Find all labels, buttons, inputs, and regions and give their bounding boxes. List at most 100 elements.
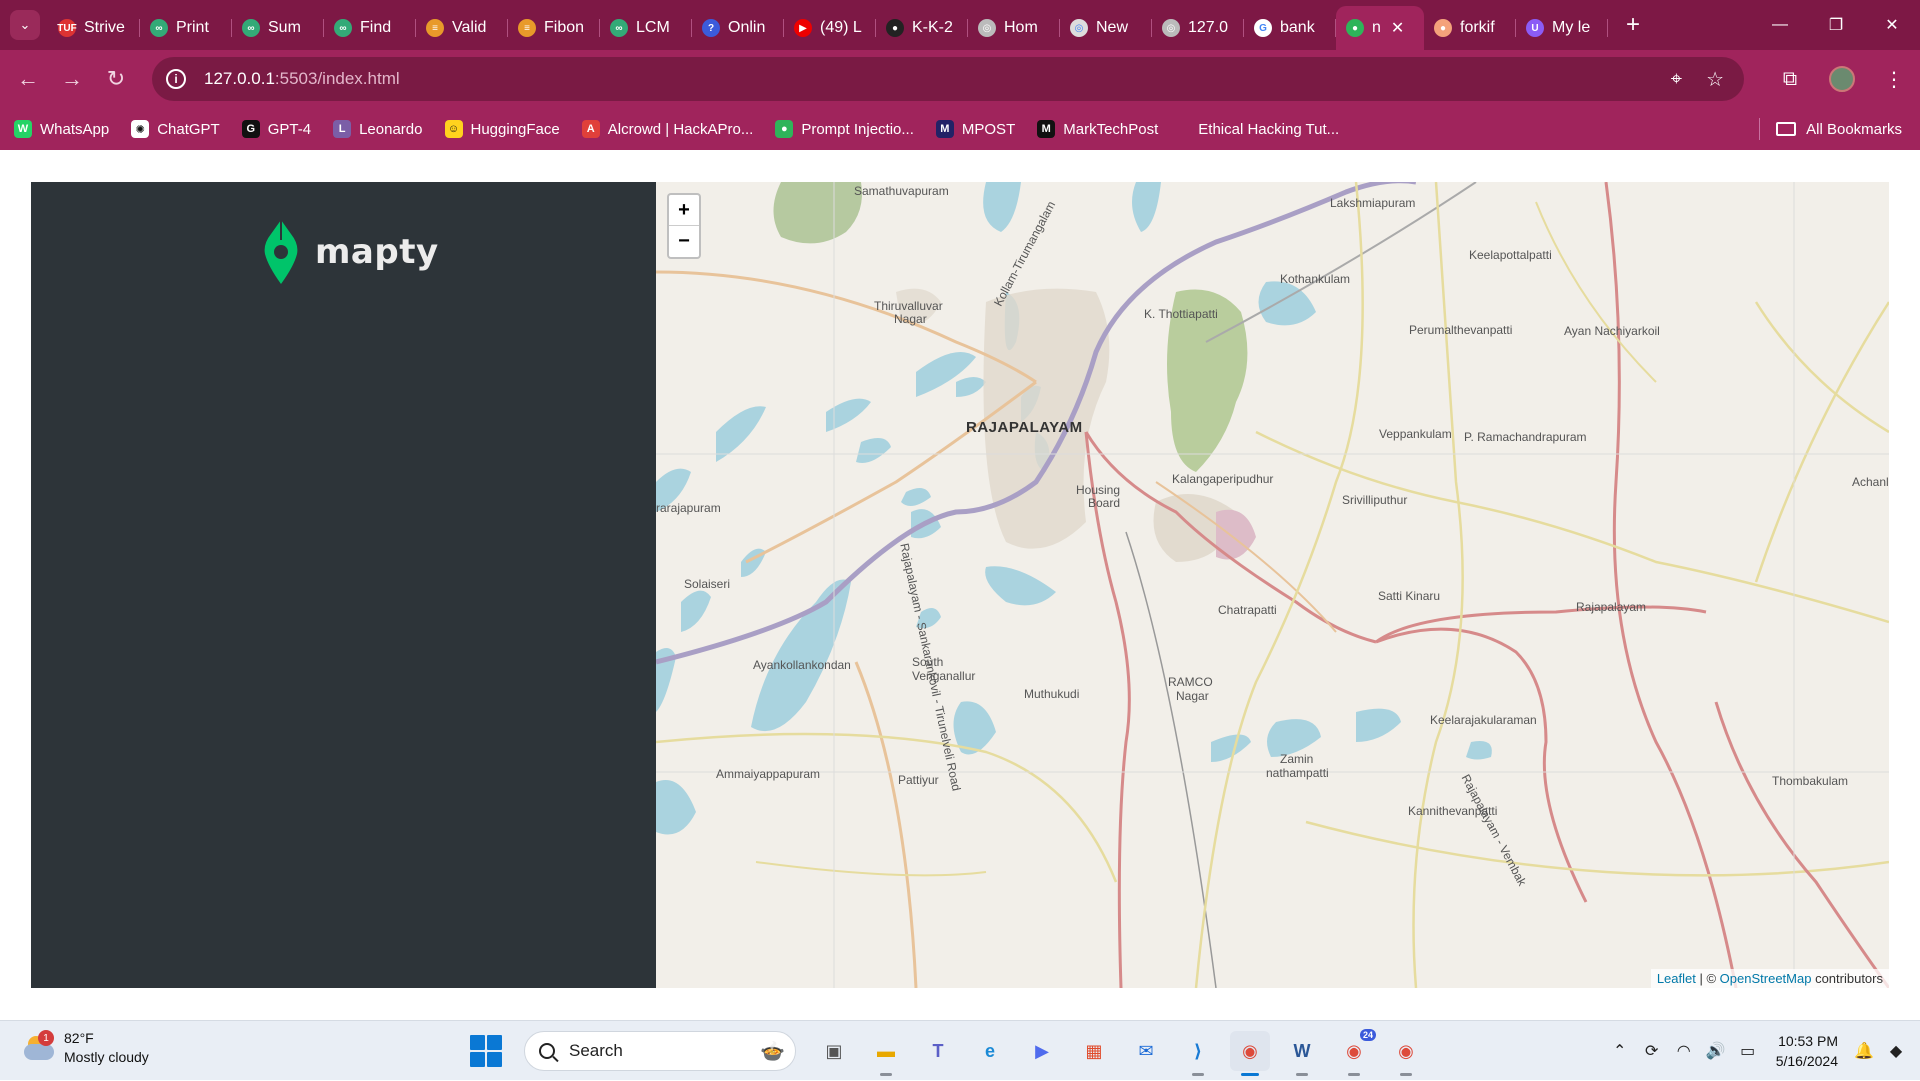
map-tiles[interactable] [656, 182, 1889, 988]
map-place-label: Achanl [1852, 475, 1889, 489]
tab-label: 127.0 [1188, 19, 1229, 36]
browser-tab[interactable]: ◎ 127.0 [1152, 9, 1244, 47]
tab-search-button[interactable]: ⌄ [10, 10, 40, 40]
location-pin-icon[interactable]: ⌖ [1671, 68, 1682, 91]
zoom-out-button[interactable]: − [669, 226, 699, 257]
battery-icon[interactable]: ▭ [1734, 1041, 1762, 1061]
copilot-icon[interactable]: ▶ [1022, 1031, 1062, 1071]
map-place-label: Pattiyur [898, 773, 939, 787]
browser-tab[interactable]: ≡ Valid [416, 9, 508, 47]
all-bookmarks-button[interactable]: All Bookmarks [1776, 108, 1902, 150]
arrow-left-icon: ← [17, 66, 39, 91]
address-bar[interactable]: i 127.0.0.1:5503/index.html ⌖ ☆ [152, 57, 1744, 101]
file-explorer-icon[interactable]: ▬ [866, 1031, 906, 1076]
browser-tab[interactable]: ∞ LCM [600, 9, 692, 47]
leaflet-link[interactable]: Leaflet [1657, 971, 1696, 986]
store-icon[interactable]: ▦ [1074, 1031, 1114, 1071]
kebab-menu-icon[interactable]: ⋮ [1868, 67, 1920, 92]
browser-tab[interactable]: U My le [1516, 9, 1608, 47]
reload-button[interactable]: ↻ [94, 57, 138, 101]
browser-tab[interactable]: ● n ✕ [1336, 6, 1424, 50]
chrome-alt-icon[interactable]: ◉ [1386, 1031, 1426, 1076]
browser-tab[interactable]: ● forkif [1424, 9, 1516, 47]
map-place-label: Keelarajakularaman [1430, 713, 1537, 727]
bookmark-item[interactable]: ● Prompt Injectio... [775, 120, 914, 138]
browser-tab[interactable]: ▶ (49) L [784, 9, 876, 47]
bookmark-item[interactable]: ✺ ChatGPT [131, 120, 220, 138]
word-icon[interactable]: W [1282, 1031, 1322, 1076]
bookmark-favicon-icon: W [14, 120, 32, 138]
bookmark-item[interactable]: M MarkTechPost [1037, 120, 1158, 138]
url-text[interactable]: 127.0.0.1:5503/index.html [204, 69, 400, 89]
map-place-label: Nagar [894, 312, 927, 326]
bookmark-item[interactable]: A Alcrowd | HackAPro... [581, 120, 753, 138]
bookmark-label: ChatGPT [157, 120, 220, 138]
logo-text: mapty [315, 232, 439, 272]
edge-icon[interactable]: e [970, 1031, 1010, 1071]
zoom-in-button[interactable]: + [669, 195, 699, 226]
tab-favicon-icon: ◎ [1070, 19, 1088, 37]
bookmark-label: Ethical Hacking Tut... [1198, 120, 1340, 138]
browser-tab[interactable]: ? Onlin [692, 9, 784, 47]
tab-label: bank [1280, 19, 1315, 36]
browser-tab[interactable]: ◎ New [1060, 9, 1152, 47]
map-place-label: Srivilliputhur [1342, 493, 1408, 507]
new-tab-button[interactable]: + [1618, 11, 1648, 39]
bookmark-item[interactable]: L Leonardo [333, 120, 423, 138]
browser-tab[interactable]: ∞ Find [324, 9, 416, 47]
taskbar-search[interactable]: Search 🍲 [524, 1031, 796, 1071]
volume-icon[interactable]: 🔊 [1702, 1041, 1730, 1061]
minimize-button[interactable]: — [1752, 0, 1808, 50]
extensions-icon[interactable]: ⧉ [1764, 68, 1816, 91]
map-container[interactable]: Samathuvapuram Lakshmiapuram Keelapottalpa… [656, 182, 1889, 988]
start-button[interactable] [470, 1035, 502, 1067]
tab-favicon-icon: G [1254, 19, 1272, 37]
close-window-button[interactable]: ✕ [1864, 0, 1920, 50]
weather-widget[interactable]: 1 82°F Mostly cloudy [22, 1029, 149, 1067]
tab-label: Sum [268, 19, 301, 36]
tab-label: Print [176, 19, 209, 36]
chrome-profile-icon[interactable]: ◉ 24 [1334, 1029, 1376, 1076]
mail-icon[interactable]: ✉ [1126, 1031, 1166, 1071]
bookmark-item[interactable]: G GPT-4 [241, 120, 311, 138]
osm-link[interactable]: OpenStreetMap [1720, 971, 1812, 986]
window-controls: — ❐ ✕ [1752, 0, 1920, 50]
tab-favicon-icon: ◎ [978, 19, 996, 37]
profile-avatar[interactable] [1829, 66, 1855, 92]
bookmark-star-icon[interactable]: ☆ [1706, 67, 1724, 92]
map-place-label: K. Thottiapatti [1144, 307, 1218, 321]
weather-desc: Mostly cloudy [64, 1049, 149, 1065]
map-place-label: Thombakulam [1772, 774, 1849, 788]
sidebar: mapty [31, 182, 656, 988]
browser-tab[interactable]: ∞ Sum [232, 9, 324, 47]
bookmark-item[interactable]: ☺ HuggingFace [444, 120, 560, 138]
map-place-label: Nagar [1176, 689, 1209, 703]
map-pin-logo-icon [264, 220, 298, 284]
browser-tab[interactable]: ● K-K-2 [876, 9, 968, 47]
notification-bell-icon[interactable]: 🔔 [1850, 1041, 1878, 1061]
wifi-icon[interactable]: ◠ [1670, 1041, 1698, 1061]
clock[interactable]: 10:53 PM 5/16/2024 [1776, 1031, 1838, 1071]
browser-tab[interactable]: ∞ Print [140, 9, 232, 47]
browser-tab[interactable]: ≡ Fibon [508, 9, 600, 47]
vscode-icon[interactable]: ⟩ [1178, 1031, 1218, 1076]
chrome-icon[interactable]: ◉ [1230, 1031, 1270, 1076]
task-view-icon[interactable]: ▣ [814, 1031, 854, 1071]
close-tab-icon[interactable]: ✕ [1391, 18, 1404, 38]
restore-button[interactable]: ❐ [1808, 0, 1864, 50]
tab-label: (49) L [820, 19, 862, 36]
forward-button[interactable]: → [50, 57, 94, 101]
sync-icon[interactable]: ⟳ [1638, 1041, 1666, 1061]
bookmark-item[interactable]: M MPOST [935, 120, 1015, 138]
teams-icon[interactable]: T [918, 1031, 958, 1071]
site-info-icon[interactable]: i [166, 69, 186, 89]
bookmark-item[interactable]: Ethical Hacking Tut... [1198, 121, 1339, 138]
bookmark-item[interactable]: W WhatsApp [14, 120, 109, 138]
back-button[interactable]: ← [6, 57, 50, 101]
browser-tab[interactable]: TUF Strive [48, 9, 140, 47]
browser-tab[interactable]: ◎ Hom [968, 9, 1060, 47]
map-attribution: Leaflet | © OpenStreetMap contributors [1650, 969, 1889, 988]
chevron-up-icon[interactable]: ⌃ [1606, 1041, 1634, 1061]
copilot-pre-icon[interactable]: ◆ [1882, 1041, 1910, 1061]
browser-tab[interactable]: Gbank [1244, 9, 1336, 47]
